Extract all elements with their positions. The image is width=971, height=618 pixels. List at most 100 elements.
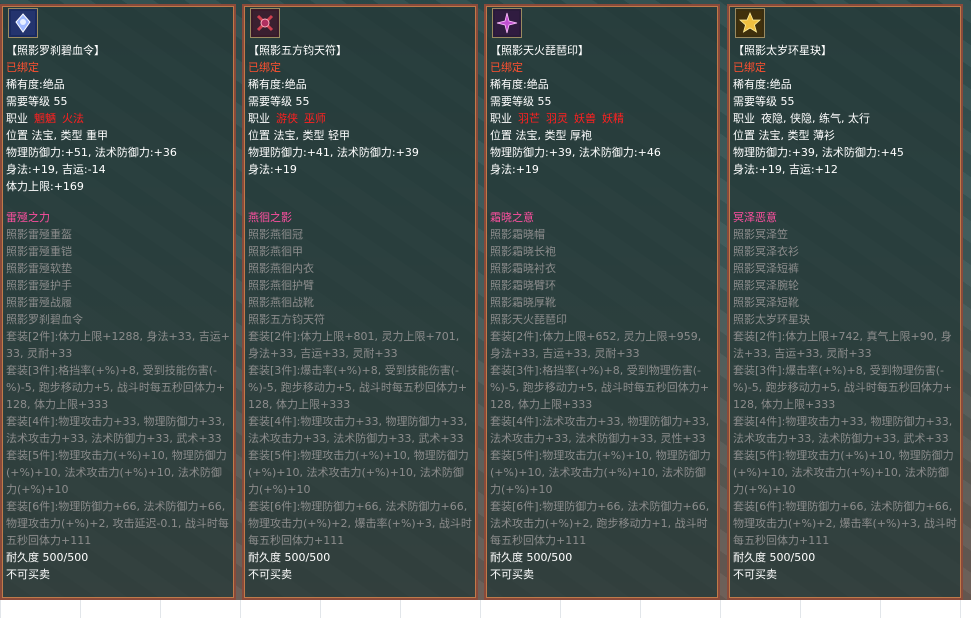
rarity: 稀有度:绝品 bbox=[733, 78, 792, 91]
set-item: 照影罗刹碧血令 bbox=[6, 313, 83, 326]
set-item: 照影燕徊冠 bbox=[248, 228, 303, 241]
set-bonus-6: 套装[6件]:物理防御力+66, 法术防御力+66, 物理攻击力(+%)+2, … bbox=[733, 500, 957, 547]
job-2: 火法 bbox=[62, 112, 84, 125]
job-1: 魍魉 bbox=[34, 112, 56, 125]
set-item: 照影雷殛战履 bbox=[6, 296, 72, 309]
trade-status: 不可买卖 bbox=[490, 568, 534, 581]
durability: 耐久度 500/500 bbox=[6, 551, 89, 564]
item-name: 【照影五方钧天符】 bbox=[248, 44, 347, 57]
job-4: 妖精 bbox=[602, 112, 624, 125]
set-item: 照影燕徊内衣 bbox=[248, 262, 314, 275]
required-level: 需要等级 55 bbox=[248, 95, 310, 108]
item-tooltip-3: 【照影天火琵琶印】 已绑定 稀有度:绝品 需要等级 55 职业 羽芒 羽灵 妖兽 妖精 … bbox=[484, 4, 720, 600]
job-line: 职业 魍魉 火法 bbox=[6, 110, 230, 127]
item-tooltip-4: 【照影太岁环星玦】 已绑定 稀有度:绝品 需要等级 55 职业 夜隐, 侠隐, 练… bbox=[727, 4, 963, 600]
agility-stats: 身法:+19 bbox=[248, 163, 297, 176]
hp-stats: 体力上限:+169 bbox=[6, 180, 84, 193]
agility-stats: 身法:+19 bbox=[490, 163, 539, 176]
set-bonus-4: 套装[4件]:物理攻击力+33, 物理防御力+33, 法术攻击力+33, 法术防… bbox=[248, 415, 468, 445]
set-name: 冥泽恶意 bbox=[733, 211, 777, 224]
set-item: 照影霜晓长袍 bbox=[490, 245, 556, 258]
set-bonus-4: 套装[4件]:物理攻击力+33, 物理防御力+33, 法术攻击力+33, 法术防… bbox=[6, 415, 226, 445]
set-bonus-2: 套装[2件]:体力上限+742, 真气上限+90, 身法+33, 吉运+33, … bbox=[733, 330, 952, 360]
set-item: 照影雷殛软垫 bbox=[6, 262, 72, 275]
set-bonus-5: 套装[5件]:物理攻击力(+%)+10, 物理防御力(+%)+10, 法术攻击力… bbox=[248, 449, 469, 496]
defense-stats: 物理防御力:+39, 法术防御力:+46 bbox=[490, 146, 661, 159]
purple-seal-icon bbox=[492, 8, 522, 38]
set-bonus-6: 套装[6件]:物理防御力+66, 法术防御力+66, 法术攻击力(+%)+2, … bbox=[490, 500, 710, 547]
set-bonus-3: 套装[3件]:格挡率(+%)+8, 受到物理伤害(-%)-5, 跑步移动力+5,… bbox=[490, 364, 710, 411]
set-bonus-3: 套装[3件]:爆击率(+%)+8, 受到物理伤害(-%)-5, 跑步移动力+5,… bbox=[733, 364, 953, 411]
set-item: 照影天火琵琶印 bbox=[490, 313, 567, 326]
job-2: 羽灵 bbox=[546, 112, 568, 125]
set-item: 照影霜晓厚靴 bbox=[490, 296, 556, 309]
slot-type: 位置 法宝, 类型 薄衫 bbox=[733, 129, 835, 142]
durability: 耐久度 500/500 bbox=[490, 551, 573, 564]
job-line: 职业 游侠 巫师 bbox=[248, 110, 472, 127]
set-item: 照影燕徊战靴 bbox=[248, 296, 314, 309]
set-bonus-4: 套装[4件]:物理攻击力+33, 物理防御力+33, 法术攻击力+33, 法术防… bbox=[733, 415, 953, 445]
agility-stats: 身法:+19, 吉运:-14 bbox=[6, 163, 106, 176]
set-bonus-6: 套装[6件]:物理防御力+66, 法术防御力+66, 物理攻击力(+%)+2, … bbox=[248, 500, 472, 547]
bound-status: 已绑定 bbox=[490, 61, 523, 74]
set-item: 照影冥泽笠 bbox=[733, 228, 788, 241]
required-level: 需要等级 55 bbox=[6, 95, 68, 108]
set-bonus-2: 套装[2件]:体力上限+801, 灵力上限+701, 身法+33, 吉运+33,… bbox=[248, 330, 460, 360]
required-level: 需要等级 55 bbox=[733, 95, 795, 108]
item-tooltip-2: 【照影五方钧天符】 已绑定 稀有度:绝品 需要等级 55 职业 游侠 巫师 位置 法… bbox=[242, 4, 478, 600]
set-item: 照影冥泽衣衫 bbox=[733, 245, 799, 258]
item-name: 【照影罗刹碧血令】 bbox=[6, 44, 105, 57]
job-label: 职业 bbox=[733, 112, 755, 125]
set-name: 燕徊之影 bbox=[248, 211, 292, 224]
set-item: 照影冥泽短靴 bbox=[733, 296, 799, 309]
set-item: 照影雷殛护手 bbox=[6, 279, 72, 292]
set-bonus-5: 套装[5件]:物理攻击力(+%)+10, 物理防御力(+%)+10, 法术攻击力… bbox=[6, 449, 227, 496]
slot-type: 位置 法宝, 类型 轻甲 bbox=[248, 129, 350, 142]
red-talisman-icon bbox=[250, 8, 280, 38]
rarity: 稀有度:绝品 bbox=[6, 78, 65, 91]
job-label: 职业 bbox=[490, 112, 512, 125]
rarity: 稀有度:绝品 bbox=[490, 78, 549, 91]
agility-stats: 身法:+19, 吉运:+12 bbox=[733, 163, 838, 176]
trade-status: 不可买卖 bbox=[248, 568, 292, 581]
set-bonus-5: 套装[5件]:物理攻击力(+%)+10, 物理防御力(+%)+10, 法术攻击力… bbox=[490, 449, 711, 496]
job-label: 职业 bbox=[6, 112, 28, 125]
set-bonus-3: 套装[3件]:爆击率(+%)+8, 受到技能伤害(-%)-5, 跑步移动力+5,… bbox=[248, 364, 468, 411]
rarity: 稀有度:绝品 bbox=[248, 78, 307, 91]
job-line: 职业 羽芒 羽灵 妖兽 妖精 bbox=[490, 110, 714, 127]
durability: 耐久度 500/500 bbox=[248, 551, 331, 564]
required-level: 需要等级 55 bbox=[490, 95, 552, 108]
set-item: 照影冥泽腕轮 bbox=[733, 279, 799, 292]
durability: 耐久度 500/500 bbox=[733, 551, 816, 564]
bound-status: 已绑定 bbox=[248, 61, 281, 74]
slot-type: 位置 法宝, 类型 厚袍 bbox=[490, 129, 592, 142]
blue-gem-icon bbox=[8, 8, 38, 38]
set-item: 照影雷殛重盔 bbox=[6, 228, 72, 241]
set-bonus-3: 套装[3件]:格挡率(+%)+8, 受到技能伤害(-%)-5, 跑步移动力+5,… bbox=[6, 364, 226, 411]
bound-status: 已绑定 bbox=[6, 61, 39, 74]
gold-star-icon bbox=[735, 8, 765, 38]
set-item: 照影燕徊甲 bbox=[248, 245, 303, 258]
job-1: 羽芒 bbox=[518, 112, 540, 125]
defense-stats: 物理防御力:+41, 法术防御力:+39 bbox=[248, 146, 419, 159]
set-item: 照影燕徊护臂 bbox=[248, 279, 314, 292]
set-item: 照影霜晓臂环 bbox=[490, 279, 556, 292]
set-item: 照影冥泽短裤 bbox=[733, 262, 799, 275]
set-item: 照影霜晓帽 bbox=[490, 228, 545, 241]
item-name: 【照影天火琵琶印】 bbox=[490, 44, 589, 57]
trade-status: 不可买卖 bbox=[733, 568, 777, 581]
defense-stats: 物理防御力:+51, 法术防御力:+36 bbox=[6, 146, 177, 159]
set-item: 照影五方钧天符 bbox=[248, 313, 325, 326]
job-line: 职业 夜隐, 侠隐, 练气, 太行 bbox=[733, 110, 957, 127]
job-1: 游侠 bbox=[276, 112, 298, 125]
job-3: 妖兽 bbox=[574, 112, 596, 125]
spreadsheet-grid-strip bbox=[0, 600, 971, 618]
hp-stats bbox=[490, 178, 714, 195]
set-bonus-4: 套装[4件]:法术攻击力+33, 物理防御力+33, 法术攻击力+33, 法术防… bbox=[490, 415, 710, 445]
job-list: 夜隐, 侠隐, 练气, 太行 bbox=[761, 112, 870, 125]
set-bonus-6: 套装[6件]:物理防御力+66, 法术防御力+66, 物理攻击力(+%)+2, … bbox=[6, 500, 229, 547]
set-bonus-5: 套装[5件]:物理攻击力(+%)+10, 物理防御力(+%)+10, 法术攻击力… bbox=[733, 449, 954, 496]
item-name: 【照影太岁环星玦】 bbox=[733, 44, 832, 57]
job-label: 职业 bbox=[248, 112, 270, 125]
hp-stats bbox=[248, 178, 472, 195]
